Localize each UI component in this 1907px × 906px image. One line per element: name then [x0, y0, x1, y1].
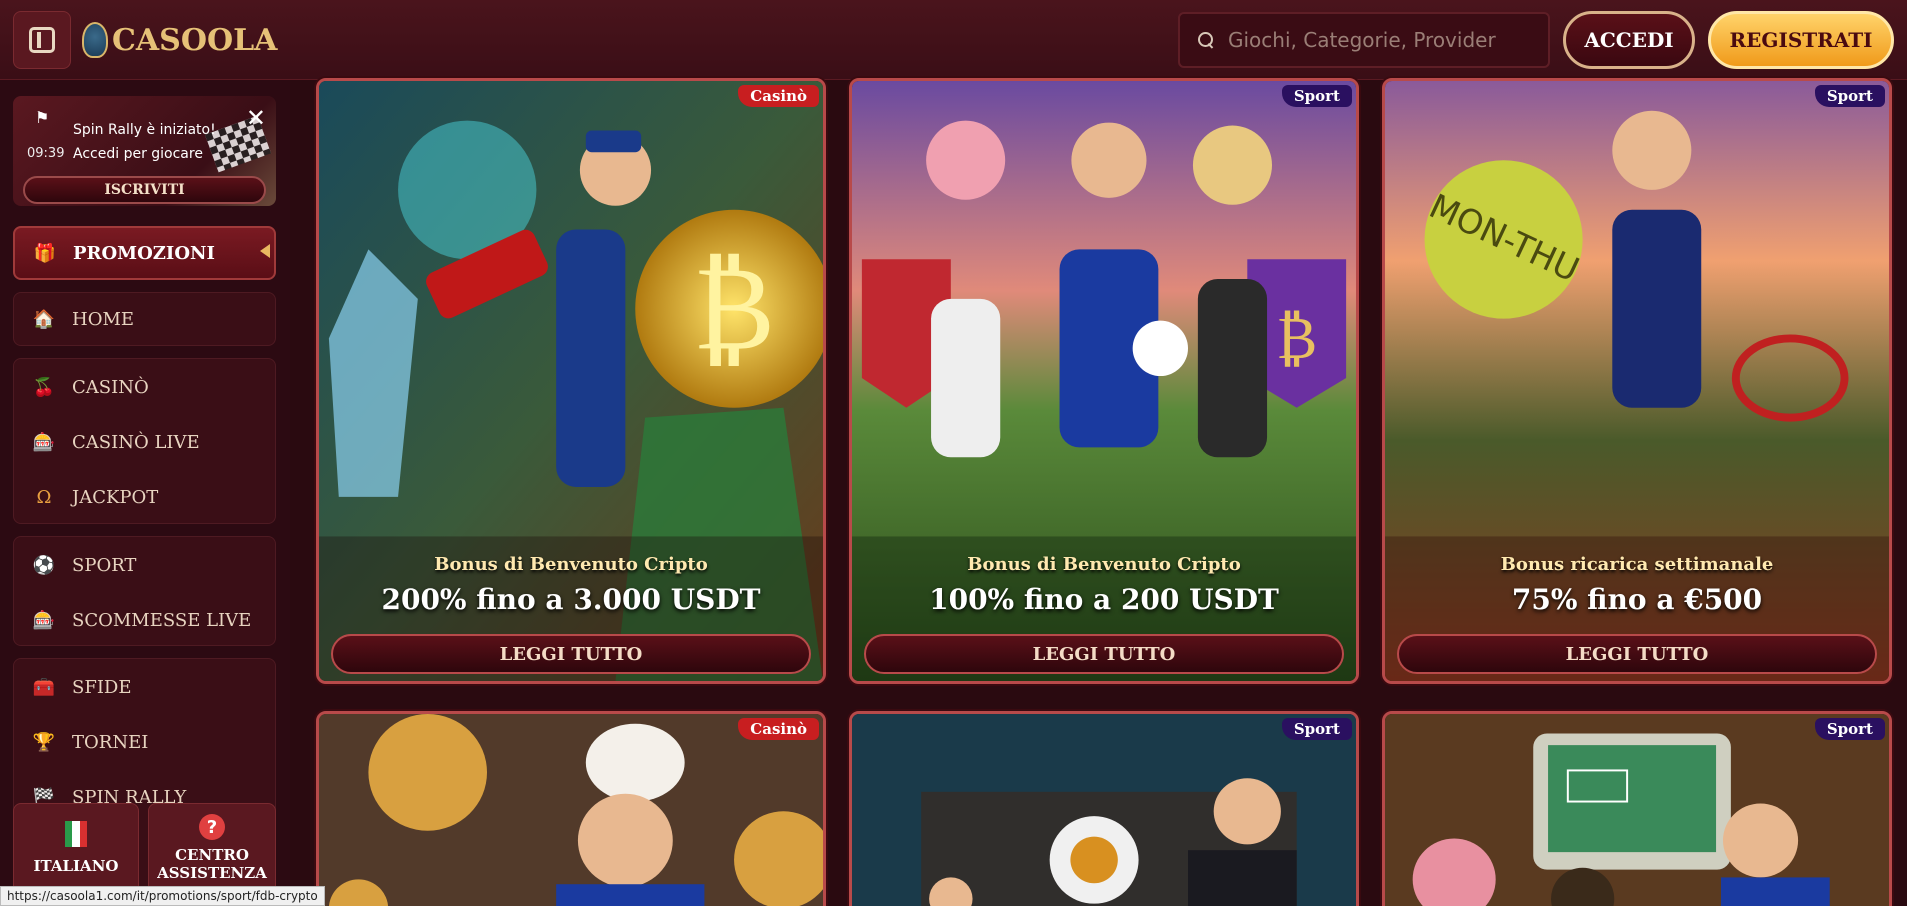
slot-machine-icon: 🎰	[32, 609, 56, 631]
category-badge: Sport	[1281, 85, 1352, 107]
sidebar-item-promozioni-link[interactable]: 🎁 PROMOZIONI	[15, 231, 274, 275]
sidebar-item-label: SFIDE	[72, 676, 132, 698]
sidebar-item-casino-live[interactable]: 🎰 CASINÒ LIVE	[14, 420, 275, 464]
category-badge: Casinò	[738, 718, 819, 740]
sidebar-group-casino: 🍒 CASINÒ 🎰 CASINÒ LIVE Ω JACKPOT	[13, 358, 276, 524]
sidebar-item-scommesse-live[interactable]: 🎰 SCOMMESSE LIVE	[14, 598, 275, 642]
sidebar-toggle-button[interactable]	[13, 11, 71, 69]
promo-card-image	[852, 714, 1356, 906]
sidebar-item-label: SCOMMESSE LIVE	[72, 609, 252, 631]
gift-icon: 🎁	[33, 242, 57, 264]
category-badge: Sport	[1814, 85, 1885, 107]
category-badge: Sport	[1281, 718, 1352, 740]
card-subtitle: Bonus ricarica settimanale	[1500, 554, 1774, 575]
language-button[interactable]: ITALIANO	[13, 803, 139, 893]
language-label: ITALIANO	[33, 857, 119, 875]
close-icon[interactable]: ✕	[246, 104, 266, 132]
sidebar-item-label: HOME	[72, 308, 135, 330]
card-subtitle: Bonus di Benvenuto Cripto	[434, 554, 708, 575]
active-indicator-icon	[260, 244, 270, 258]
read-more-button[interactable]: LEGGI TUTTO	[1397, 634, 1877, 674]
help-label: CENTRO ASSISTENZA	[157, 846, 267, 882]
italy-flag-icon	[65, 821, 87, 847]
sidebar-item-label: SPORT	[72, 554, 137, 576]
read-more-button[interactable]: LEGGI TUTTO	[331, 634, 811, 674]
category-badge: Casinò	[738, 85, 819, 107]
sidebar-item-casino[interactable]: 🍒 CASINÒ	[14, 365, 275, 409]
question-icon: ?	[199, 814, 225, 840]
sidebar-icon	[29, 27, 55, 53]
sidebar-item-label: PROMOZIONI	[73, 242, 215, 264]
promo-card-image	[319, 714, 823, 906]
read-more-button[interactable]: LEGGI TUTTO	[864, 634, 1344, 674]
sidebar-item-label: CASINÒ	[72, 376, 149, 398]
promo-card[interactable]: ₿ Casinò Bonus di Benvenuto Cripto 200% …	[316, 78, 826, 684]
status-url-tooltip: https://casoola1.com/it/promotions/sport…	[0, 886, 325, 906]
register-button[interactable]: REGISTRATI	[1708, 11, 1894, 69]
trophy-icon: 🏆	[32, 731, 56, 753]
spin-rally-banner: ⚑ Spin Rally è iniziato! 09:39 Accedi pe…	[13, 96, 276, 206]
sidebar-item-label: TORNEI	[72, 731, 149, 753]
sidebar-item-home[interactable]: 🏠 HOME	[14, 297, 275, 341]
home-icon: 🏠	[32, 308, 56, 330]
promo-card[interactable]: MON-THU Sport Bonus ricarica settimanale…	[1382, 78, 1892, 684]
rally-signup-button[interactable]: ISCRIVITI	[23, 176, 266, 204]
card-subtitle: Bonus di Benvenuto Cripto	[967, 554, 1241, 575]
sidebar: ⚑ Spin Rally è iniziato! 09:39 Accedi pe…	[0, 80, 290, 906]
rally-title: Spin Rally è iniziato!	[73, 122, 216, 138]
sidebar-group-sport: ⚽ SPORT 🎰 SCOMMESSE LIVE	[13, 536, 276, 646]
search-icon	[1198, 32, 1214, 48]
soccer-ball-icon: ⚽	[32, 554, 56, 576]
svg-text:₿: ₿	[1276, 303, 1317, 372]
category-badge: Sport	[1814, 718, 1885, 740]
sidebar-item-sport[interactable]: ⚽ SPORT	[14, 543, 275, 587]
chest-icon: 🧰	[32, 676, 56, 698]
horseshoe-icon: Ω	[36, 486, 52, 508]
sidebar-item-label: CASINÒ LIVE	[72, 431, 200, 453]
top-header: CASOOLA ACCEDI REGISTRATI	[0, 0, 1907, 80]
sidebar-item-label: JACKPOT	[72, 486, 159, 508]
logo-text: CASOOLA	[112, 22, 278, 58]
sidebar-item-tornei[interactable]: 🏆 TORNEI	[14, 720, 275, 764]
logo[interactable]: CASOOLA	[82, 18, 277, 62]
promo-card[interactable]: Casinò	[316, 711, 826, 906]
sidebar-item-jackpot[interactable]: Ω JACKPOT	[14, 475, 275, 519]
cherry-icon: 🍒	[32, 376, 56, 398]
promo-card[interactable]: Sport	[1382, 711, 1892, 906]
promo-card[interactable]: Sport	[849, 711, 1359, 906]
rally-timer: 09:39	[27, 146, 65, 161]
promo-card[interactable]: ₿ Sport Bonus di Benvenuto Cripto 100% f…	[849, 78, 1359, 684]
promo-card-image	[1385, 714, 1889, 906]
card-title: 75% fino a €500	[1511, 583, 1763, 616]
search-input[interactable]	[1228, 28, 1528, 52]
flag-icon: ⚑	[35, 108, 50, 127]
card-title: 100% fino a 200 USDT	[929, 583, 1279, 616]
login-button[interactable]: ACCEDI	[1563, 11, 1695, 69]
search-box[interactable]	[1178, 12, 1550, 68]
slot-machine-icon: 🎰	[32, 431, 56, 453]
svg-text:₿: ₿	[693, 238, 775, 376]
rally-subtitle: Accedi per giocare	[73, 146, 203, 162]
sidebar-item-sfide[interactable]: 🧰 SFIDE	[14, 665, 275, 709]
help-center-button[interactable]: ? CENTRO ASSISTENZA	[148, 803, 276, 893]
card-title: 200% fino a 3.000 USDT	[381, 583, 761, 616]
sidebar-item-promozioni[interactable]: 🎁 PROMOZIONI	[13, 226, 276, 280]
logo-emblem-icon	[82, 22, 108, 58]
sidebar-group-home: 🏠 HOME	[13, 292, 276, 346]
